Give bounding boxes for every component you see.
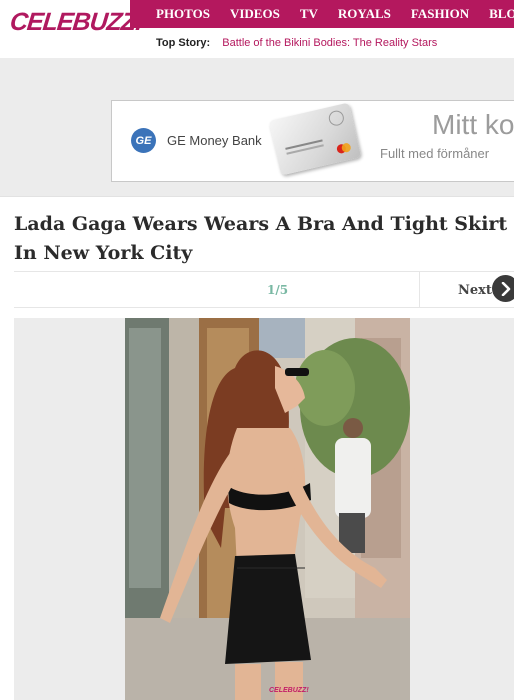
card-ge-mark <box>327 109 346 128</box>
chevron-right-icon[interactable] <box>492 275 514 302</box>
nav-item-tv[interactable]: TV <box>290 6 328 22</box>
card-number-lines <box>285 139 323 150</box>
article-title: Lada Gaga Wears Wears A Bra And Tight Sk… <box>14 213 508 264</box>
ge-logo-icon: GE <box>131 128 156 153</box>
nav-item-blogger[interactable]: Blogger <box>479 6 514 22</box>
ad-subline: Fullt med förmåner <box>380 146 490 161</box>
next-button-label[interactable]: Next <box>458 283 492 298</box>
ad-bank-name: GE Money Bank <box>167 133 262 148</box>
top-story-label: Top Story: <box>156 37 211 49</box>
mastercard-icon <box>336 142 352 154</box>
celebuzz-logo[interactable]: CELEBUZZ! <box>9 8 145 50</box>
gallery-pager: 1/5 Next <box>14 271 514 308</box>
nav-item-videos[interactable]: Videos <box>220 6 290 22</box>
main-nav: Photos Videos TV Royals Fashion Blogger <box>130 0 514 28</box>
logo-text: CELEBUZZ! <box>8 8 145 36</box>
celebuzz-watermark: CELEBUZZ! <box>269 687 309 694</box>
top-story: Top Story: Battle of the Bikini Bodies: … <box>156 37 437 49</box>
nav-item-fashion[interactable]: Fashion <box>401 6 479 22</box>
gallery-counter: 1/5 <box>267 283 289 297</box>
site-header: CELEBUZZ! Photos Videos TV Royals Fashio… <box>0 0 514 58</box>
credit-card-icon <box>268 102 362 176</box>
banner-ad[interactable]: GE GE Money Bank Mitt kort Fullt med för… <box>111 100 514 182</box>
nav-item-photos[interactable]: Photos <box>130 6 220 22</box>
divider <box>0 196 514 197</box>
pager-divider <box>419 272 420 308</box>
gallery-photo-area: CELEBUZZ! <box>14 318 514 700</box>
gallery-photo[interactable] <box>125 318 410 700</box>
ad-headline: Mitt kort <box>432 109 514 140</box>
nav-item-royals[interactable]: Royals <box>328 6 401 22</box>
top-story-link[interactable]: Battle of the Bikini Bodies: The Reality… <box>222 37 437 49</box>
